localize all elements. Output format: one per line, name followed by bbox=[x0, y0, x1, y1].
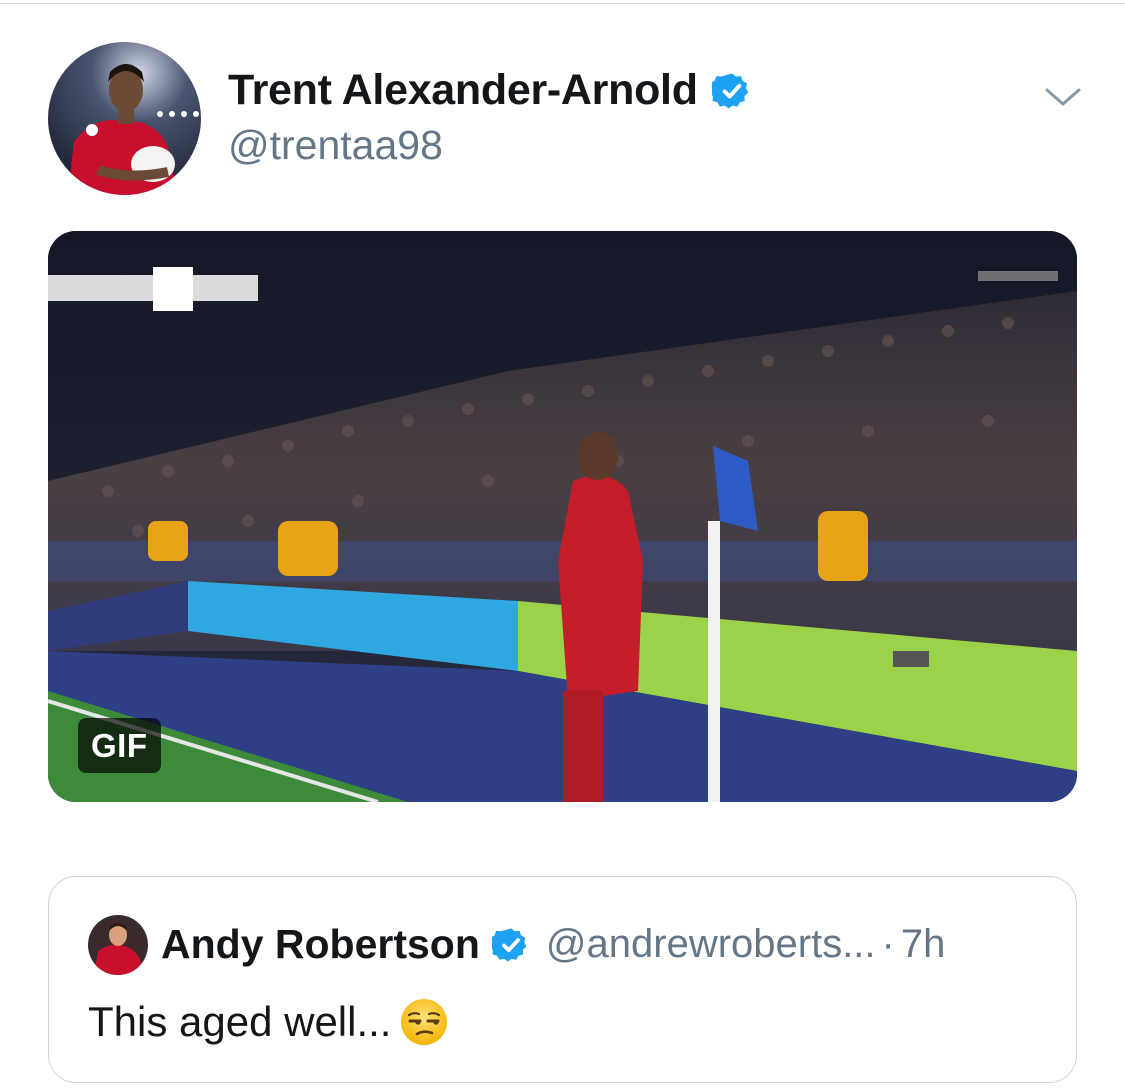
chevron-down-icon[interactable] bbox=[1043, 82, 1083, 112]
tweet-header: Trent Alexander-Arnold @trentaa98 bbox=[48, 42, 1088, 197]
quoted-author-display-name[interactable]: Andy Robertson bbox=[161, 921, 480, 968]
verified-badge-icon bbox=[708, 71, 752, 111]
author-name-row: Trent Alexander-Arnold bbox=[228, 66, 752, 115]
separator-dot: · bbox=[881, 922, 895, 966]
quoted-tweet-card[interactable]: Andy Robertson @andrewroberts... · 7h Th… bbox=[48, 876, 1077, 1083]
top-divider bbox=[0, 0, 1125, 4]
gif-badge: GIF bbox=[78, 718, 161, 773]
unamused-face-emoji-icon bbox=[399, 997, 449, 1047]
author-avatar[interactable] bbox=[48, 42, 201, 195]
author-handle[interactable]: @trentaa98 bbox=[228, 122, 443, 169]
quoted-timestamp[interactable]: 7h bbox=[901, 922, 946, 967]
quoted-tweet-text: This aged well... bbox=[88, 998, 392, 1045]
verified-badge-icon bbox=[489, 926, 530, 964]
quoted-author-name-row: Andy Robertson @andrewroberts... · 7h bbox=[161, 921, 945, 968]
stadium-corner-flag-scene bbox=[48, 231, 1077, 802]
gif-media[interactable]: GIF bbox=[48, 231, 1077, 802]
quoted-tweet-text-row: This aged well... bbox=[88, 997, 449, 1047]
quoted-author-handle[interactable]: @andrewroberts... bbox=[546, 922, 876, 967]
quoted-author-avatar[interactable] bbox=[88, 915, 148, 975]
author-display-name[interactable]: Trent Alexander-Arnold bbox=[228, 66, 698, 115]
